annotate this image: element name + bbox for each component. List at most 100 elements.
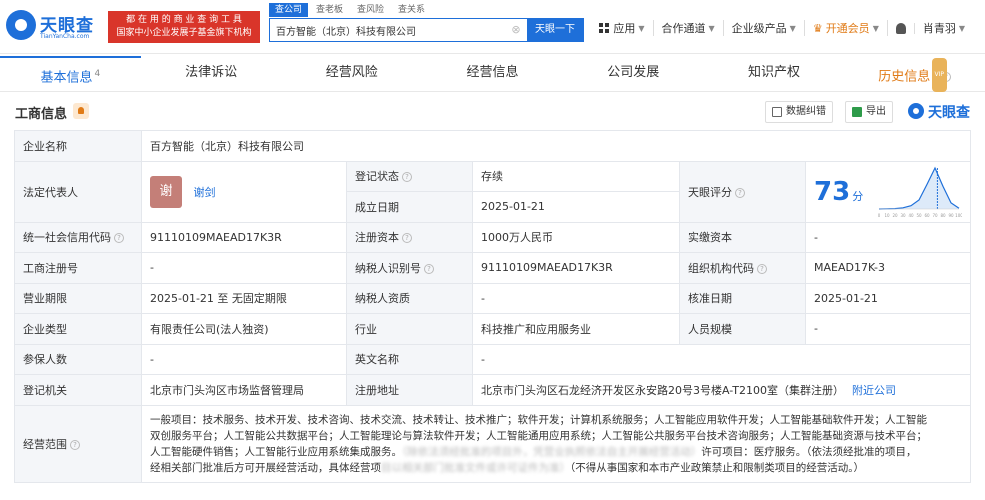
tab-count: 4: [94, 69, 101, 79]
brand-logo: 天眼查: [908, 102, 970, 122]
x-tick-label: 50: [917, 213, 923, 218]
table-row: 法定代表人 谢 谢剑 登记状态? 存续 天眼评分? 73 分 0 10 20 30 40 5…: [14, 160, 972, 223]
search-button[interactable]: 天眼一下: [527, 19, 583, 41]
score-cell[interactable]: 73 分 0 10 20 30 40 50 60 70 80 90 100: [804, 160, 972, 223]
slogan-line-2: 国家中小企业发展子基金旗下机构: [116, 28, 252, 38]
x-tick-label: 10: [885, 213, 891, 218]
tab-business-info[interactable]: 经营信息: [422, 56, 563, 91]
scope-text: 一般项目：技术服务、技术开发、技术咨询、技术交流、技术转让、技术推广；软件开发；…: [150, 406, 962, 482]
score-unit: 分: [852, 189, 864, 203]
term-value: 2025-01-21 至 无固定期限: [141, 282, 347, 314]
avatar[interactable]: 谢: [150, 175, 182, 208]
company-type-value: 有限责任公司(法人独资): [141, 313, 347, 345]
scope-blurred-text: （除依法须经批准的项目外，凭营业执照依法自主开展经营活动）: [402, 445, 702, 458]
open-vip-menu[interactable]: ♛ 开通会员 ▼: [805, 20, 888, 36]
tianyancha-logo[interactable]: 天眼查 TianYanCha.com: [6, 10, 106, 44]
company-name-label: 企业名称: [14, 130, 142, 162]
scope-line: 一般项目：技术服务、技术开发、技术咨询、技术交流、技术转让、技术推广；软件开发；…: [150, 413, 927, 426]
search-box: ⊗ 天眼一下: [269, 18, 584, 42]
reg-capital-label: 注册资本?: [346, 221, 473, 253]
chevron-down-icon: ▼: [872, 23, 879, 33]
cooperation-menu[interactable]: 合作通道 ▼: [654, 20, 724, 36]
data-correction-label: 数据纠错: [786, 106, 826, 117]
clear-icon[interactable]: ⊗: [505, 19, 527, 41]
tab-label: 经营信息: [466, 65, 519, 80]
apps-menu[interactable]: 应用 ▼: [591, 20, 654, 36]
tab-basic-info[interactable]: 基本信息 4: [0, 56, 141, 91]
data-correction-button[interactable]: 数据纠错: [765, 101, 833, 123]
status-badge: 存续: [472, 160, 680, 192]
org-code-label-text: 组织机构代码: [688, 261, 754, 275]
slogan-line-1: 都 在 用 的 商 业 查 询 工 具: [126, 15, 242, 25]
x-tick-label: 0: [878, 213, 881, 218]
tab-litigation[interactable]: 法律诉讼: [141, 56, 282, 91]
reg-capital-value: 1000万人民币: [472, 221, 680, 253]
org-code-value: MAEAD17K-3: [804, 252, 972, 284]
industry-label: 行业: [346, 313, 473, 345]
scope-text-part: （不得从事国家和本市产业政策禁止和限制类项目的经营活动。）: [570, 461, 864, 474]
reg-status-label-text: 登记状态: [355, 170, 399, 184]
legal-rep-link[interactable]: 谢剑: [194, 186, 216, 199]
taxpayer-id-label-text: 纳税人识别号: [355, 261, 421, 275]
nearby-companies-link[interactable]: 附近公司: [852, 384, 896, 397]
enterprise-products-menu[interactable]: 企业级产品 ▼: [724, 20, 805, 36]
export-button[interactable]: 导出: [845, 101, 893, 123]
approval-date-value: 2025-01-21: [804, 282, 972, 314]
x-tick-label: 20: [893, 213, 899, 218]
taxpayer-id-label: 纳税人识别号?: [346, 252, 473, 284]
score-distribution-chart: 0 10 20 30 40 50 60 70 80 90 100: [878, 166, 962, 218]
credit-code-label-text: 统一社会信用代码: [23, 231, 111, 245]
table-row: 企业名称 百方智能（北京）科技有限公司: [14, 130, 972, 162]
search-tab-boss[interactable]: 查老板: [310, 3, 349, 17]
paid-capital-label: 实缴资本: [679, 221, 806, 253]
slogan-banner: 都 在 用 的 商 业 查 询 工 具 国家中小企业发展子基金旗下机构: [108, 11, 260, 43]
help-icon[interactable]: ?: [402, 233, 412, 244]
bell-icon[interactable]: [73, 103, 89, 119]
help-icon[interactable]: ?: [402, 172, 412, 183]
reg-no-label: 工商注册号: [14, 252, 142, 284]
logo-subtext: TianYanCha.com: [40, 33, 90, 40]
reg-capital-label-text: 注册资本: [355, 231, 399, 245]
english-name-label: 英文名称: [346, 343, 473, 375]
vip-label: 开通会员: [825, 22, 870, 35]
found-date-label: 成立日期: [346, 191, 473, 223]
section-title: 工商信息: [15, 107, 68, 122]
notifications-button[interactable]: [888, 22, 915, 34]
help-icon[interactable]: ?: [757, 263, 767, 274]
user-menu[interactable]: 肖青羽 ▼: [915, 20, 973, 36]
bell-icon: [895, 22, 906, 34]
search-input[interactable]: [270, 19, 505, 41]
chevron-down-icon: ▼: [789, 23, 796, 33]
tab-label: 历史信息: [878, 69, 931, 85]
chevron-down-icon: ▼: [638, 23, 645, 33]
apps-grid-icon: [599, 23, 610, 33]
search-area: 查公司 查老板 查风险 查关系 ⊗ 天眼一下: [269, 3, 584, 42]
help-icon[interactable]: ?: [114, 233, 124, 244]
approval-date-label: 核准日期: [679, 282, 806, 314]
table-row: 营业期限 2025-01-21 至 无固定期限 纳税人资质 - 核准日期 202…: [14, 282, 972, 314]
help-icon[interactable]: ?: [70, 439, 80, 450]
help-icon[interactable]: ?: [424, 263, 434, 274]
tab-company-development[interactable]: 公司发展: [563, 56, 704, 91]
scope-line: 双创服务平台；人工智能公共数据平台；人工智能理论与算法软件开发；人工智能通用应用…: [150, 429, 927, 442]
excel-icon: [852, 107, 862, 117]
scope-label: 经营范围?: [14, 404, 142, 483]
tab-business-risk[interactable]: 经营风险: [281, 56, 422, 91]
address-label: 注册地址: [346, 374, 473, 406]
tab-history[interactable]: 历史信息2? VIP: [844, 56, 985, 92]
score-wrap: 73 分 0 10 20 30 40 50 60 70 80 90 100: [814, 165, 962, 219]
x-tick-label: 100: [955, 213, 962, 218]
edit-icon: [772, 107, 782, 117]
x-tick-label: 80: [941, 213, 947, 218]
scope-label-text: 经营范围: [23, 437, 67, 451]
authority-value: 北京市门头沟区市场监督管理局: [141, 374, 347, 406]
help-icon[interactable]: ?: [735, 187, 745, 198]
search-tab-relation[interactable]: 查关系: [392, 3, 431, 17]
logo-eye-icon: [6, 10, 36, 40]
search-tab-company[interactable]: 查公司: [269, 3, 309, 17]
search-tab-risk[interactable]: 查风险: [351, 3, 390, 17]
top-nav-menu: 应用 ▼ 合作通道 ▼ 企业级产品 ▼ ♛ 开通会员 ▼ 肖青羽 ▼: [591, 20, 973, 36]
tab-ip[interactable]: 知识产权: [704, 56, 845, 91]
company-type-label: 企业类型: [14, 313, 142, 345]
paid-capital-value: -: [804, 221, 972, 253]
